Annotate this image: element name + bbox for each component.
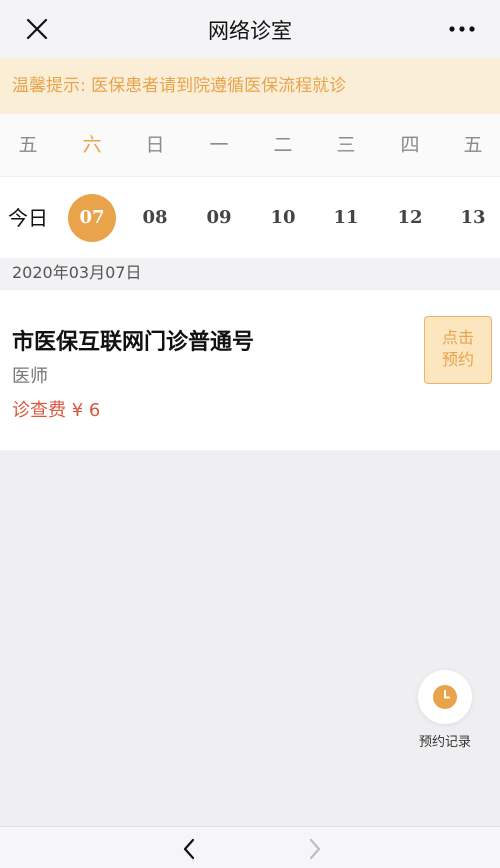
more-icon (449, 26, 475, 32)
page-title: 网络诊室 (208, 19, 292, 43)
date-09-button[interactable]: 09 (195, 194, 243, 242)
appointment-records-button[interactable] (418, 670, 472, 724)
weekday-label: 日 (145, 134, 165, 156)
forward-button (302, 837, 326, 861)
nav-bar: 网络诊室 (0, 0, 500, 58)
weekday-label: 四 (400, 134, 420, 156)
selected-date-header: 2020年03月07日 (0, 258, 500, 288)
date-10-button[interactable]: 10 (259, 194, 307, 242)
book-button-label-line1: 点击 (441, 328, 474, 347)
date-07-button[interactable]: 07 (68, 194, 116, 242)
weekday-label: 六 (82, 134, 102, 156)
notice-banner: 温馨提示: 医保患者请到院遵循医保流程就诊 (0, 58, 500, 114)
weekday-label: 五 (463, 134, 483, 156)
weekday-label: 五 (18, 134, 38, 156)
date-selector: 今日 07 08 09 10 11 12 13 (0, 176, 500, 258)
doctor-role: 医师 (12, 366, 48, 387)
book-button-label-line2: 预约 (441, 350, 474, 369)
appointment-records-label[interactable]: 预约记录 (406, 731, 484, 750)
chevron-right-icon (309, 838, 321, 860)
bottom-nav-bar (0, 826, 500, 868)
weekday-label: 二 (273, 134, 293, 156)
consultation-fee: 诊查费 ¥ 6 (12, 400, 101, 421)
book-button[interactable]: 点击 预约 (424, 316, 492, 384)
weekday-label: 三 (336, 134, 356, 156)
weekday-row: 五 六 日 一 二 三 四 五 (0, 114, 500, 176)
more-button[interactable] (444, 14, 480, 44)
clinic-title: 市医保互联网门诊普通号 (12, 330, 255, 355)
weekday-label: 一 (209, 134, 229, 156)
date-13-button[interactable]: 13 (449, 194, 497, 242)
clock-icon (433, 685, 457, 709)
date-12-button[interactable]: 12 (386, 194, 434, 242)
back-button[interactable] (178, 837, 202, 861)
clinic-card: 市医保互联网门诊普通号 医师 诊查费 ¥ 6 点击 预约 (0, 290, 500, 450)
date-08-button[interactable]: 08 (131, 194, 179, 242)
chevron-left-icon (183, 838, 195, 860)
today-label: 今日 (8, 206, 48, 230)
date-11-button[interactable]: 11 (322, 194, 370, 242)
